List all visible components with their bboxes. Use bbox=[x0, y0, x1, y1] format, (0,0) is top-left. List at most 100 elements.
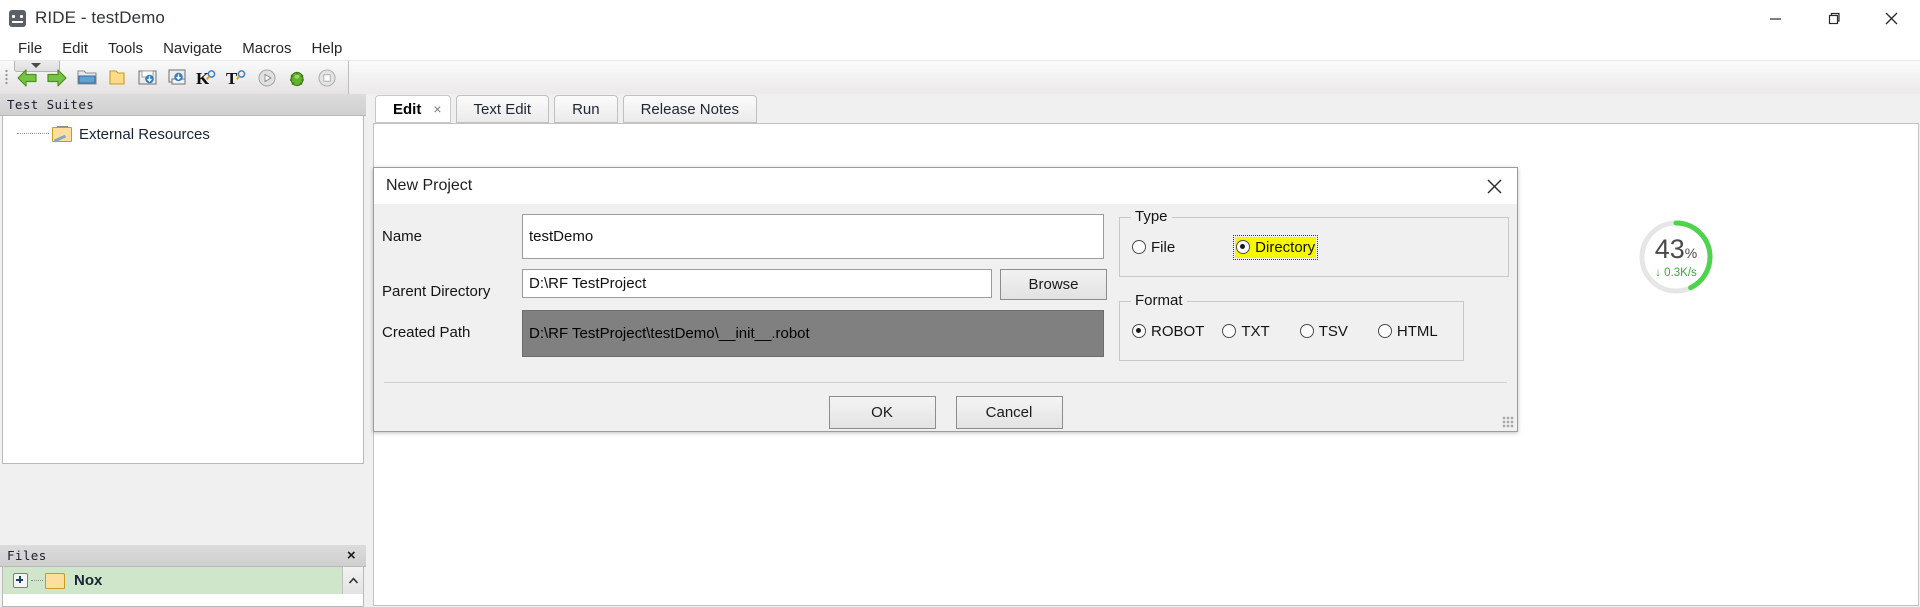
dialog-form: Name Parent Directory Browse Created Pat… bbox=[374, 204, 1119, 357]
forward-arrow-icon[interactable] bbox=[42, 63, 72, 93]
dialog-close-button[interactable] bbox=[1471, 168, 1517, 204]
format-radio-tsv-label: TSV bbox=[1318, 322, 1348, 340]
files-tree-item-nox[interactable]: Nox bbox=[3, 567, 363, 594]
folder-icon bbox=[45, 572, 65, 589]
tab-run[interactable]: Run bbox=[554, 95, 618, 123]
back-arrow-icon[interactable] bbox=[12, 63, 42, 93]
menu-macros[interactable]: Macros bbox=[232, 38, 301, 59]
radio-icon bbox=[1132, 240, 1146, 254]
dialog-body: Name Parent Directory Browse Created Pat… bbox=[374, 204, 1517, 431]
download-arrow-icon: ↓ bbox=[1655, 266, 1661, 279]
files-tree[interactable]: Nox bbox=[2, 566, 364, 607]
debug-icon[interactable] bbox=[282, 63, 312, 93]
name-field-row: Name bbox=[374, 214, 1119, 259]
test-suites-caption: Test Suites bbox=[0, 94, 366, 116]
type-radio-row: File Directory bbox=[1120, 218, 1508, 276]
format-group: Format ROBOT TXT TSV HTML bbox=[1119, 292, 1464, 361]
network-percent-value: 43 bbox=[1654, 233, 1685, 264]
menu-bar: File Edit Tools Navigate Macros Help bbox=[0, 36, 1920, 61]
toolbar: K T bbox=[0, 61, 349, 94]
window-title: RIDE - testDemo bbox=[35, 8, 165, 27]
close-button[interactable] bbox=[1862, 0, 1920, 36]
menu-tools[interactable]: Tools bbox=[98, 38, 153, 59]
files-scroll-up-button[interactable] bbox=[342, 567, 363, 594]
external-resources-icon bbox=[52, 126, 72, 143]
search-test-icon[interactable]: T bbox=[222, 63, 252, 93]
new-folder-icon[interactable] bbox=[102, 63, 132, 93]
save-icon[interactable] bbox=[132, 63, 162, 93]
cancel-button[interactable]: Cancel bbox=[955, 396, 1063, 429]
format-radio-txt-label: TXT bbox=[1241, 322, 1270, 340]
window-controls bbox=[1746, 0, 1920, 36]
network-speed-value: 0.3K/s bbox=[1664, 266, 1697, 279]
files-panel: Files × Nox bbox=[0, 545, 366, 607]
parent-directory-field-row: Parent Directory Browse bbox=[374, 269, 1119, 300]
files-tree-item-label: Nox bbox=[74, 572, 103, 589]
toolbar-wrapper: K T bbox=[0, 61, 1920, 95]
type-radio-file[interactable]: File bbox=[1132, 239, 1175, 256]
radio-icon-selected bbox=[1132, 324, 1146, 338]
dialog-title-bar: New Project bbox=[374, 168, 1517, 204]
test-suites-caption-label: Test Suites bbox=[7, 97, 95, 112]
format-radio-robot[interactable]: ROBOT bbox=[1132, 323, 1204, 340]
tree-item-label: External Resources bbox=[79, 125, 210, 143]
save-all-icon[interactable] bbox=[162, 63, 192, 93]
maximize-button[interactable] bbox=[1804, 0, 1862, 36]
created-path-input[interactable] bbox=[522, 310, 1104, 357]
run-icon[interactable] bbox=[252, 63, 282, 93]
format-group-legend: Format bbox=[1131, 292, 1187, 309]
menu-file[interactable]: File bbox=[8, 38, 52, 59]
type-radio-directory[interactable]: Directory bbox=[1233, 234, 1319, 260]
type-radio-file-label: File bbox=[1151, 238, 1176, 256]
format-radio-tsv[interactable]: TSV bbox=[1299, 322, 1348, 340]
dialog-separator bbox=[384, 382, 1507, 383]
radio-icon bbox=[1377, 324, 1392, 338]
format-radio-txt[interactable]: TXT bbox=[1222, 322, 1270, 340]
editor-tabstrip: Edit × Text Edit Run Release Notes bbox=[375, 95, 1920, 123]
menu-navigate[interactable]: Navigate bbox=[153, 38, 232, 59]
open-folder-icon[interactable] bbox=[72, 63, 102, 93]
format-radio-html[interactable]: HTML bbox=[1377, 322, 1438, 340]
format-radio-html-label: HTML bbox=[1396, 322, 1438, 340]
type-radio-directory-label: Directory bbox=[1255, 238, 1316, 256]
tab-label: Text Edit bbox=[473, 100, 532, 118]
network-speed-widget[interactable]: 43% ↓ 0.3K/s bbox=[1633, 214, 1719, 300]
tab-label: Release Notes bbox=[640, 100, 739, 118]
files-close-icon[interactable]: × bbox=[347, 547, 356, 564]
test-suites-panel: Test Suites External Resources Files × N… bbox=[0, 94, 366, 607]
files-caption: Files × bbox=[0, 545, 366, 567]
parent-directory-input[interactable] bbox=[522, 269, 992, 298]
svg-text:T: T bbox=[226, 69, 238, 88]
files-caption-label: Files bbox=[7, 548, 47, 563]
ok-button[interactable]: OK bbox=[828, 396, 936, 429]
menu-edit[interactable]: Edit bbox=[52, 38, 98, 59]
test-suites-tree[interactable]: External Resources bbox=[2, 116, 364, 464]
network-percent-unit: % bbox=[1684, 244, 1698, 261]
toolbar-gripper[interactable] bbox=[5, 69, 8, 86]
tree-connector bbox=[17, 133, 49, 135]
name-label: Name bbox=[382, 228, 423, 245]
parent-directory-label: Parent Directory bbox=[382, 283, 491, 300]
dialog-resize-grip[interactable] bbox=[1502, 416, 1514, 428]
menu-help[interactable]: Help bbox=[301, 38, 352, 59]
tab-label: Run bbox=[572, 100, 600, 118]
tab-close-icon[interactable]: × bbox=[433, 101, 441, 117]
radio-icon-selected bbox=[1236, 240, 1251, 254]
tab-text-edit[interactable]: Text Edit bbox=[455, 95, 550, 123]
search-keyword-icon[interactable]: K bbox=[192, 63, 222, 93]
name-input[interactable] bbox=[522, 214, 1104, 259]
tree-connector bbox=[31, 579, 43, 582]
browse-button[interactable]: Browse bbox=[1000, 269, 1107, 300]
created-path-label: Created Path bbox=[382, 324, 471, 341]
expand-icon[interactable] bbox=[13, 573, 28, 588]
radio-icon bbox=[1299, 324, 1314, 338]
title-bar: RIDE - testDemo bbox=[0, 0, 1920, 36]
stop-icon[interactable] bbox=[312, 63, 342, 93]
type-group-legend: Type bbox=[1131, 208, 1172, 225]
minimize-button[interactable] bbox=[1746, 0, 1804, 36]
tree-item-external-resources[interactable]: External Resources bbox=[3, 123, 363, 145]
dialog-actions: OK Cancel bbox=[374, 396, 1517, 429]
radio-icon bbox=[1222, 324, 1237, 338]
tab-release-notes[interactable]: Release Notes bbox=[622, 95, 757, 123]
tab-edit[interactable]: Edit × bbox=[375, 95, 451, 123]
